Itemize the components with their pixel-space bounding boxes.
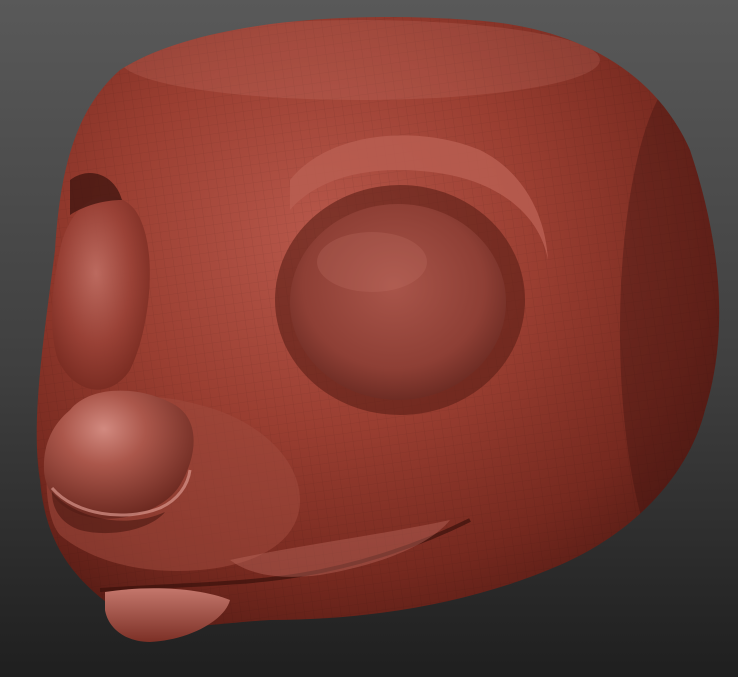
head-model[interactable] [0,0,738,677]
eye-socket-inner [290,204,506,400]
lower-lip[interactable] [105,588,230,642]
sculpt-viewport[interactable] [0,0,738,677]
eye-socket-highlight [317,232,427,292]
top-sheen [120,20,600,100]
